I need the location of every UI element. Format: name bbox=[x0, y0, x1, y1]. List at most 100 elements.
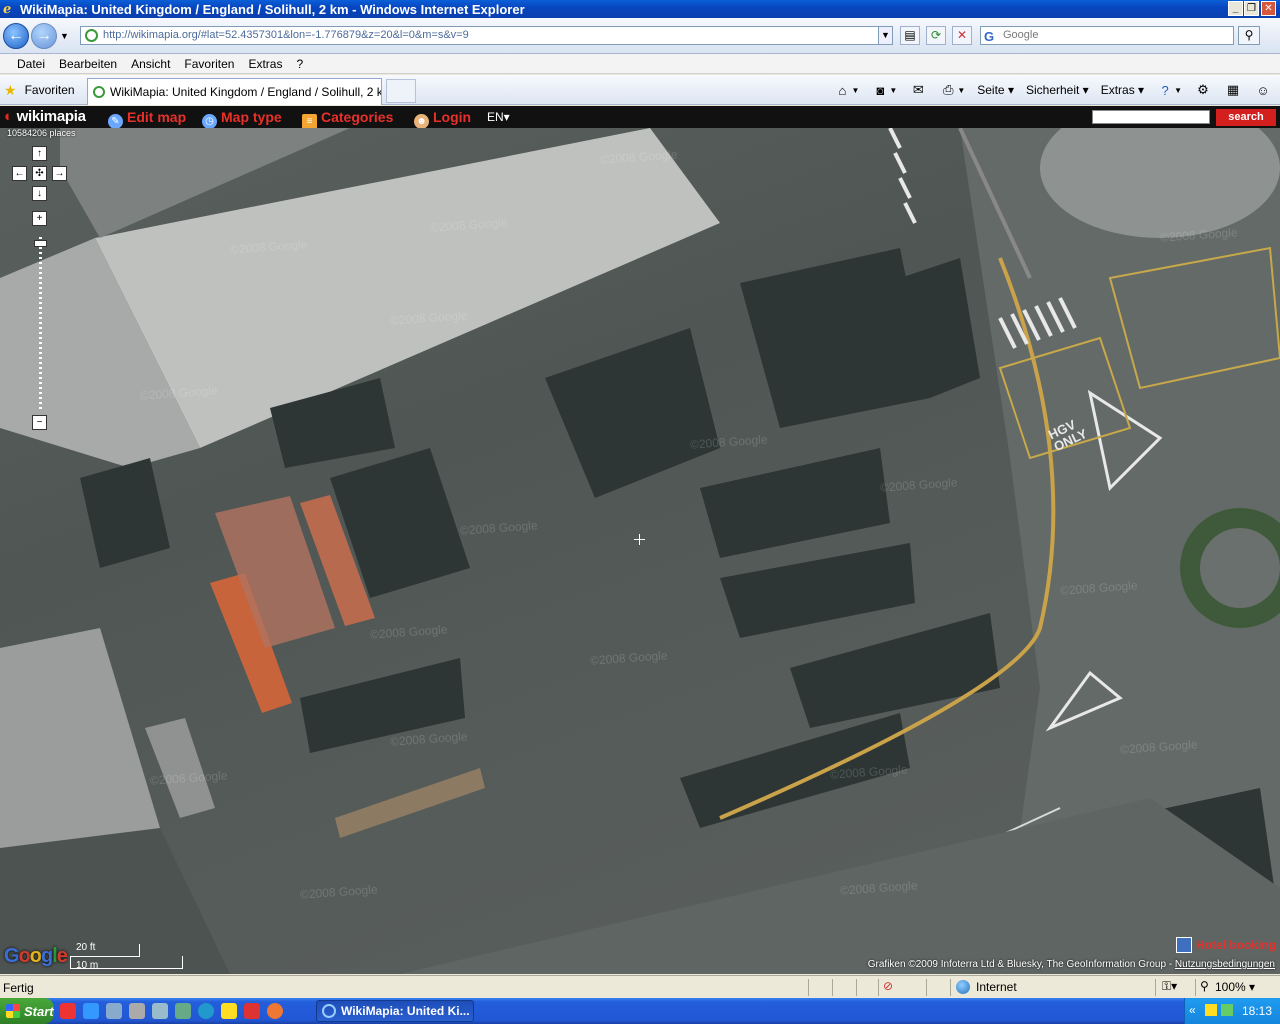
back-button[interactable]: ← bbox=[3, 23, 29, 49]
minimize-button[interactable]: _ bbox=[1228, 1, 1243, 16]
places-count: 10584206 places bbox=[7, 128, 76, 138]
quicklaunch-messenger-icon[interactable] bbox=[221, 1003, 237, 1019]
quicklaunch-app-icon[interactable] bbox=[129, 1003, 145, 1019]
map-attribution: Grafiken ©2009 Infoterra Ltd & Bluesky, … bbox=[867, 959, 1275, 970]
search-go-icon[interactable]: ⚲ bbox=[1238, 26, 1260, 45]
page-menu[interactable]: Seite ▾ bbox=[977, 83, 1014, 97]
hotel-icon bbox=[1176, 937, 1192, 953]
wikimapia-search-button[interactable]: search bbox=[1216, 109, 1276, 126]
terms-link[interactable]: Nutzungsbedingungen bbox=[1175, 959, 1275, 970]
map-scale: 20 ft 10 m bbox=[70, 942, 185, 972]
pan-up-button[interactable]: ↑ bbox=[32, 146, 47, 161]
refresh-icon[interactable]: ⟳ bbox=[926, 26, 946, 45]
quicklaunch-firefox-icon[interactable] bbox=[267, 1003, 283, 1019]
messenger-icon[interactable]: ☺ bbox=[1254, 83, 1272, 98]
menu-help[interactable]: ? bbox=[296, 57, 303, 71]
menu-datei[interactable]: Datei bbox=[17, 57, 45, 71]
pan-right-button[interactable]: → bbox=[52, 166, 67, 181]
quicklaunch-acrobat-icon[interactable] bbox=[244, 1003, 260, 1019]
tab-favicon-icon bbox=[93, 86, 105, 98]
zoom-slider-thumb[interactable] bbox=[34, 240, 47, 247]
login-button[interactable]: ☻ Login bbox=[414, 109, 471, 129]
pan-center-button[interactable]: ✣ bbox=[32, 166, 47, 181]
wikimapia-swirl-icon: ◐ bbox=[4, 108, 13, 125]
tab-wikimapia[interactable]: WikiMapia: United Kingdom / England / So… bbox=[87, 78, 382, 105]
menu-bearbeiten[interactable]: Bearbeiten bbox=[59, 57, 117, 71]
forward-button[interactable]: → bbox=[31, 23, 57, 49]
title-bar: ℯ WikiMapia: United Kingdom / England / … bbox=[0, 0, 1280, 18]
globe-icon bbox=[956, 980, 970, 994]
map-type-button[interactable]: ◷ Map type bbox=[202, 109, 282, 129]
menu-bar: Datei Bearbeiten Ansicht Favoriten Extra… bbox=[0, 54, 1280, 74]
zoom-in-button[interactable]: + bbox=[32, 211, 47, 226]
history-dropdown-icon[interactable]: ▼ bbox=[60, 31, 69, 41]
system-tray: « 18:13 bbox=[1184, 998, 1280, 1024]
status-text: Fertig bbox=[3, 981, 34, 995]
ie-task-icon bbox=[322, 1004, 336, 1018]
help-icon[interactable]: ? bbox=[1156, 83, 1174, 98]
quicklaunch-desktop-icon[interactable] bbox=[106, 1003, 122, 1019]
wikimapia-toolbar: ◐ wikimapia ✎ Edit map ◷ Map type ≡ Categor… bbox=[0, 106, 1280, 129]
tab-bar: ★ Favoriten WikiMapia: United Kingdom / … bbox=[0, 75, 1280, 105]
home-icon[interactable]: ⌂ bbox=[833, 83, 851, 98]
satellite-imagery bbox=[0, 128, 1280, 974]
status-bar: Fertig ⊘ Internet ⚿▾ ⚲ 100% ▾ bbox=[0, 975, 1280, 998]
tray-expand-icon[interactable]: « bbox=[1189, 1003, 1196, 1017]
google-search-icon: G bbox=[984, 29, 995, 44]
site-favicon-icon bbox=[85, 29, 98, 42]
language-select[interactable]: EN▾ bbox=[487, 110, 510, 124]
close-button[interactable]: ✕ bbox=[1261, 1, 1276, 16]
protected-mode-icon[interactable]: ⚿▾ bbox=[1162, 979, 1177, 993]
research-icon[interactable]: ▦ bbox=[1224, 82, 1242, 98]
google-logo[interactable]: Google bbox=[4, 945, 68, 968]
new-tab-button[interactable] bbox=[386, 79, 416, 103]
compat-view-icon[interactable]: ▤ bbox=[900, 26, 920, 45]
pencil-icon: ✎ bbox=[108, 114, 123, 129]
address-toolbar: ← → ▼ http://wikimapia.org/#lat=52.43573… bbox=[0, 18, 1280, 54]
menu-favoriten[interactable]: Favoriten bbox=[184, 57, 234, 71]
quicklaunch-play-icon[interactable] bbox=[198, 1003, 214, 1019]
categories-button[interactable]: ≡ Categories bbox=[302, 109, 393, 129]
zoom-icon[interactable]: ⚲ bbox=[1200, 979, 1209, 993]
popup-blocker-icon[interactable]: ⊘ bbox=[883, 979, 893, 993]
url-input[interactable]: http://wikimapia.org/#lat=52.4357301&lon… bbox=[80, 26, 893, 45]
pan-left-button[interactable]: ← bbox=[12, 166, 27, 181]
url-dropdown-button[interactable]: ▼ bbox=[878, 26, 893, 45]
list-icon: ≡ bbox=[302, 114, 317, 129]
pan-down-button[interactable]: ↓ bbox=[32, 186, 47, 201]
quicklaunch-tool-icon[interactable] bbox=[152, 1003, 168, 1019]
clock: 18:13 bbox=[1241, 1004, 1272, 1018]
menu-ansicht[interactable]: Ansicht bbox=[131, 57, 170, 71]
feeds-icon[interactable]: ◙ bbox=[871, 83, 889, 98]
command-bar: ⌂ ▼ ◙ ▼ ✉ ⎙ ▼ Seite ▾ Sicherheit ▾ Extras ▾… bbox=[833, 81, 1272, 99]
map-center-crosshair bbox=[634, 534, 645, 545]
zoom-level[interactable]: 100% ▾ bbox=[1215, 980, 1255, 994]
mail-icon[interactable]: ✉ bbox=[909, 82, 927, 98]
quicklaunch-media-icon[interactable] bbox=[60, 1003, 76, 1019]
zoom-slider[interactable] bbox=[34, 237, 47, 412]
quicklaunch-ie-icon[interactable] bbox=[83, 1003, 99, 1019]
search-input[interactable]: G Google bbox=[980, 26, 1234, 45]
favorites-button[interactable]: ★ Favoriten bbox=[4, 81, 75, 99]
wikimapia-logo[interactable]: ◐ wikimapia bbox=[4, 108, 86, 125]
taskbar-item-ie[interactable]: WikiMapia: United Ki... bbox=[316, 1000, 474, 1022]
stop-icon[interactable]: ✕ bbox=[952, 26, 972, 45]
maximize-button[interactable]: ❐ bbox=[1244, 1, 1259, 16]
menu-extras[interactable]: Extras bbox=[248, 57, 282, 71]
wikimapia-search-input[interactable] bbox=[1092, 110, 1210, 124]
hotel-booking-link[interactable]: Hotel booking bbox=[1176, 937, 1276, 953]
satellite-map[interactable]: ©2008 Google ©2008 Google ©2008 Google ©… bbox=[0, 128, 1280, 974]
extras-menu[interactable]: Extras ▾ bbox=[1101, 83, 1144, 97]
print-icon[interactable]: ⎙ bbox=[939, 82, 957, 98]
star-icon: ★ bbox=[4, 81, 17, 98]
start-button[interactable]: Start bbox=[0, 998, 54, 1024]
tray-security-icon[interactable] bbox=[1221, 1004, 1233, 1016]
quicklaunch-network-icon[interactable] bbox=[175, 1003, 191, 1019]
tray-network-icon[interactable] bbox=[1205, 1004, 1217, 1016]
settings-gear-icon[interactable]: ⚙ bbox=[1194, 82, 1212, 98]
edit-map-button[interactable]: ✎ Edit map bbox=[108, 109, 186, 129]
security-zone: Internet bbox=[956, 980, 1017, 994]
security-menu[interactable]: Sicherheit ▾ bbox=[1026, 83, 1089, 97]
zoom-out-button[interactable]: − bbox=[32, 415, 47, 430]
window-title: WikiMapia: United Kingdom / England / So… bbox=[20, 1, 525, 17]
